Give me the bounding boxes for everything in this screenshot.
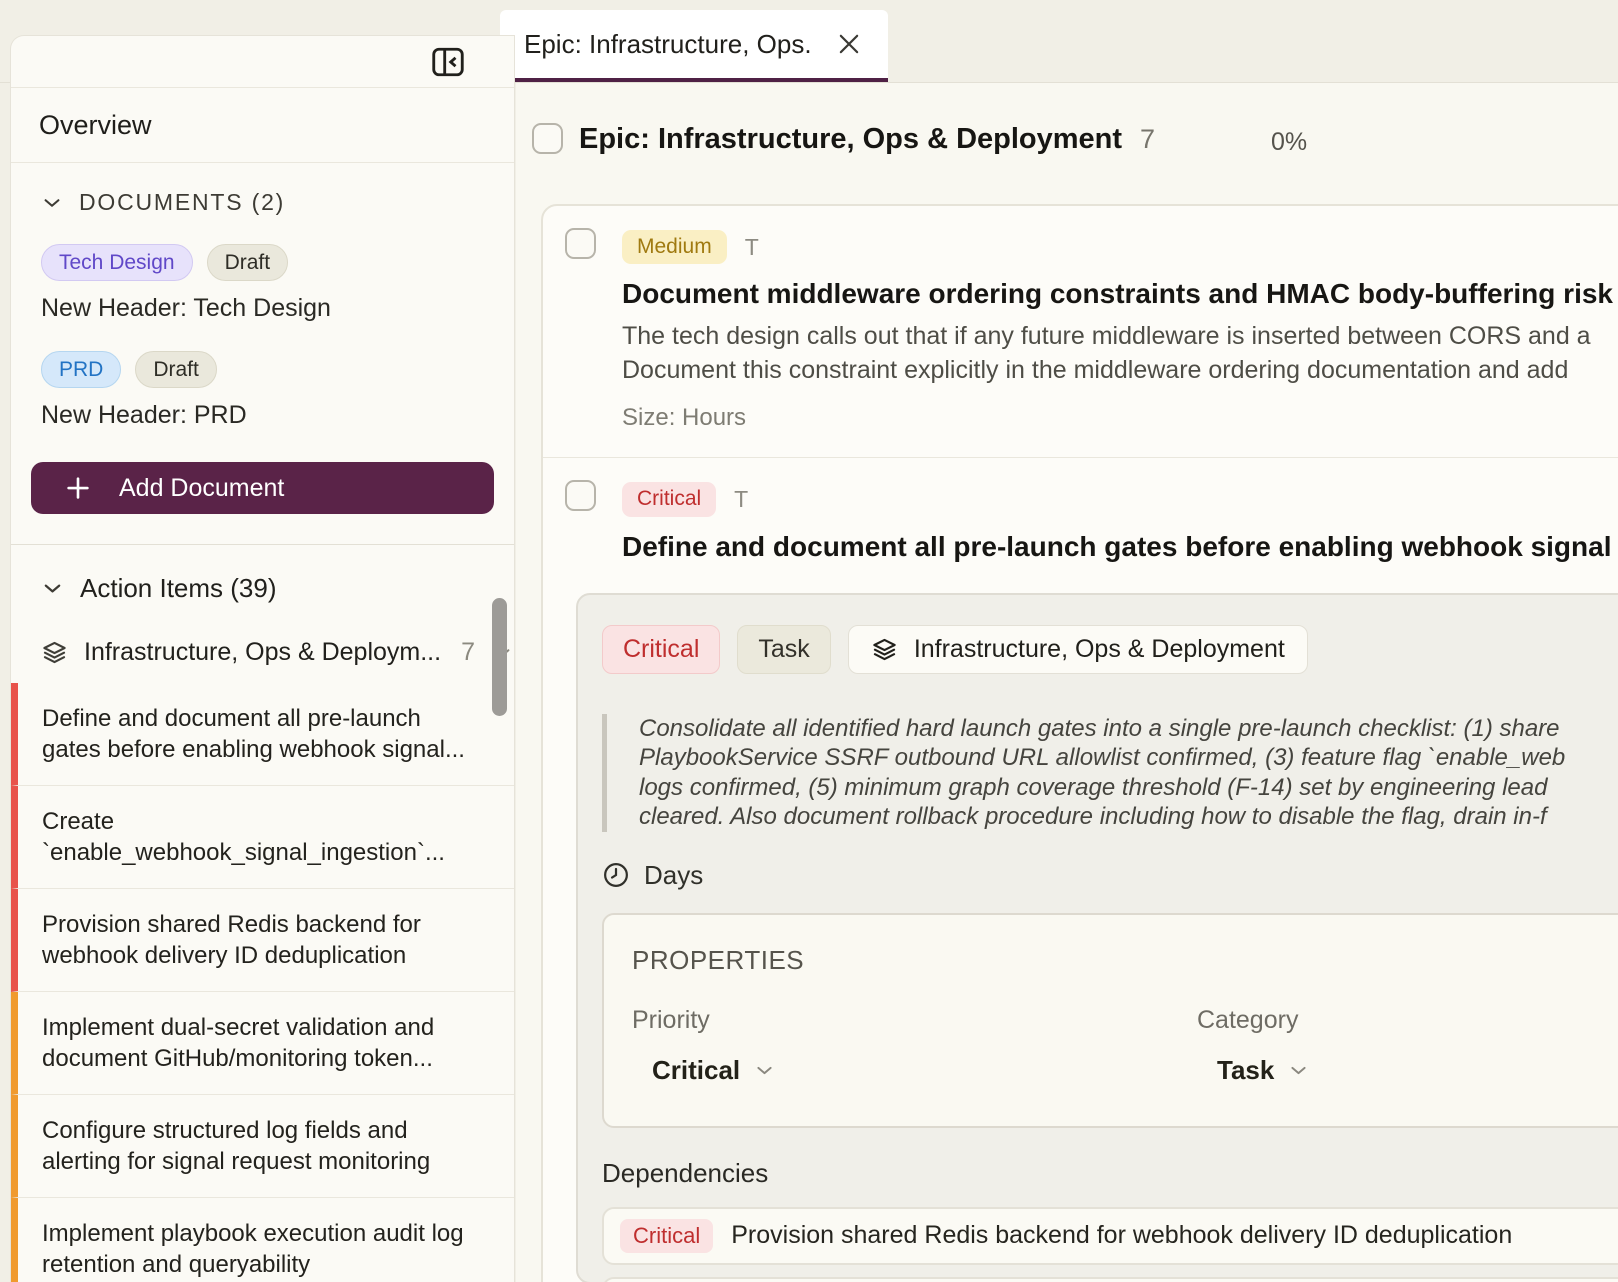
chevron-down-icon [1288,1060,1309,1081]
item-label: Configure structured log fields and aler… [42,1117,430,1175]
list-item[interactable]: Implement dual-secret validation and doc… [11,992,514,1095]
task-title: Document middleware ordering constraints… [622,278,1618,310]
sidebar: Overview DOCUMENTS (2) Tech Design Draft… [10,35,515,1282]
sidebar-header [11,36,514,88]
quote-line: logs confirmed, (5) minimum graph covera… [639,773,1618,803]
task-row[interactable]: Medium T Document middleware ordering co… [543,206,1618,457]
size-row: Days [602,860,1618,891]
epic-header: Epic: Infrastructure, Ops & Deployment 7… [516,83,1618,204]
epic-group-count: 7 [461,638,475,667]
epic-task-count: 7 [1140,124,1155,155]
quote-line: cleared. Also document rollback procedur… [639,802,1618,832]
task-type-icon: T [745,234,759,261]
doc-type-badge: PRD [41,351,121,388]
task-description-quote: Consolidate all identified hard launch g… [602,714,1618,832]
category-select[interactable]: Task [1217,1055,1309,1086]
sidebar-item-overview[interactable]: Overview [11,88,514,163]
documents-section-header[interactable]: DOCUMENTS (2) [11,163,514,216]
doc-title: New Header: PRD [41,401,514,430]
dependency-row[interactable]: Critical Provision shared Redis backend … [602,1207,1618,1265]
list-item[interactable]: Define and document all pre-launch gates… [11,683,514,786]
close-icon[interactable] [834,29,864,59]
tab-epic[interactable]: Epic: Infrastructure, Ops... [500,10,888,82]
epic-checkbox[interactable] [532,123,563,154]
task-type-icon: T [734,486,748,513]
action-items-header-label: Action Items (39) [80,573,277,604]
documents-header-label: DOCUMENTS (2) [79,189,285,216]
chevron-down-icon [41,577,64,600]
priority-label: Priority [632,1006,1197,1035]
add-document-button[interactable]: Add Document [31,462,494,514]
item-label: Define and document all pre-launch gates… [42,705,465,763]
doc-status-badge: Draft [135,351,217,388]
epic-group-row[interactable]: Infrastructure, Ops & Deploym... 7 [11,638,514,667]
category-badge[interactable]: Task [737,625,830,674]
item-label: Implement playbook execution audit log r… [42,1220,464,1278]
action-items-section-header[interactable]: Action Items (39) [11,545,514,604]
quote-line: Consolidate all identified hard launch g… [639,714,1618,744]
category-label: Category [1197,1006,1618,1035]
epic-progress: 0% [1271,128,1307,157]
task-checkbox[interactable] [565,480,596,511]
epic-badge[interactable]: Infrastructure, Ops & Deployment [848,625,1308,674]
clock-icon [602,861,630,889]
quote-line: PlaybookService SSRF outbound URL allowl… [639,743,1618,773]
task-detail-panel: Critical Task Infrastructure, Ops & Depl… [576,593,1618,1282]
plus-icon [63,473,93,503]
doc-status-badge: Draft [207,244,289,281]
task-row[interactable]: Critical T Define and document all pre-l… [543,458,1618,562]
add-document-label: Add Document [119,474,284,503]
page-title: Epic: Infrastructure, Ops & Deployment [579,123,1122,156]
document-item-prd[interactable]: PRD Draft New Header: PRD [11,323,514,430]
doc-title: New Header: Tech Design [41,294,514,323]
app-window: Epic: Infrastructure, Ops... Overview DO… [0,0,1618,1282]
task-title: Define and document all pre-launch gates… [622,531,1618,563]
document-item-tech-design[interactable]: Tech Design Draft New Header: Tech Desig… [11,216,514,323]
task-description-line: Document this constraint explicitly in t… [622,353,1618,387]
dependency-text: Provision shared Redis backend for webho… [731,1221,1512,1250]
layers-icon [41,639,68,666]
priority-select[interactable]: Critical [652,1055,775,1086]
task-size: Size: Hours [622,404,1618,432]
priority-value: Critical [652,1055,740,1086]
overview-label: Overview [39,110,152,141]
epic-badge-label: Infrastructure, Ops & Deployment [914,635,1285,664]
doc-type-badge: Tech Design [41,244,193,281]
priority-badge[interactable]: Critical [602,625,720,674]
properties-box: PROPERTIES Priority Critical [602,913,1618,1128]
item-label: Create `enable_webhook_signal_ingestion`… [42,808,445,866]
item-label: Provision shared Redis backend for webho… [42,911,421,969]
dependency-row[interactable]: Critical Create `enable_webhook_signal_i… [602,1277,1618,1282]
chevron-down-icon [754,1060,775,1081]
list-item[interactable]: Implement playbook execution audit log r… [11,1198,514,1282]
category-value: Task [1217,1055,1274,1086]
main-panel: Epic: Infrastructure, Ops & Deployment 7… [516,83,1618,1282]
properties-header: PROPERTIES [632,945,1618,976]
list-item[interactable]: Create `enable_webhook_signal_ingestion`… [11,786,514,889]
collapse-sidebar-icon[interactable] [430,44,466,80]
tab-title: Epic: Infrastructure, Ops... [524,29,812,60]
item-label: Implement dual-secret validation and doc… [42,1014,434,1072]
layers-icon [871,636,898,663]
list-item[interactable]: Configure structured log fields and aler… [11,1095,514,1198]
sidebar-scrollbar-thumb[interactable] [492,598,507,716]
task-description-line: The tech design calls out that if any fu… [622,319,1618,353]
priority-badge: Medium [622,230,727,264]
priority-badge: Critical [622,482,716,516]
action-items-list: Define and document all pre-launch gates… [11,683,514,1282]
epic-group-label: Infrastructure, Ops & Deploym... [84,638,441,667]
dependencies-header: Dependencies [602,1158,1618,1189]
list-item[interactable]: Provision shared Redis backend for webho… [11,889,514,992]
task-checkbox[interactable] [565,228,596,259]
task-list-card: Medium T Document middleware ordering co… [541,204,1618,1282]
size-label: Days [644,860,703,891]
priority-badge: Critical [620,1219,713,1253]
chevron-down-icon [41,192,63,214]
